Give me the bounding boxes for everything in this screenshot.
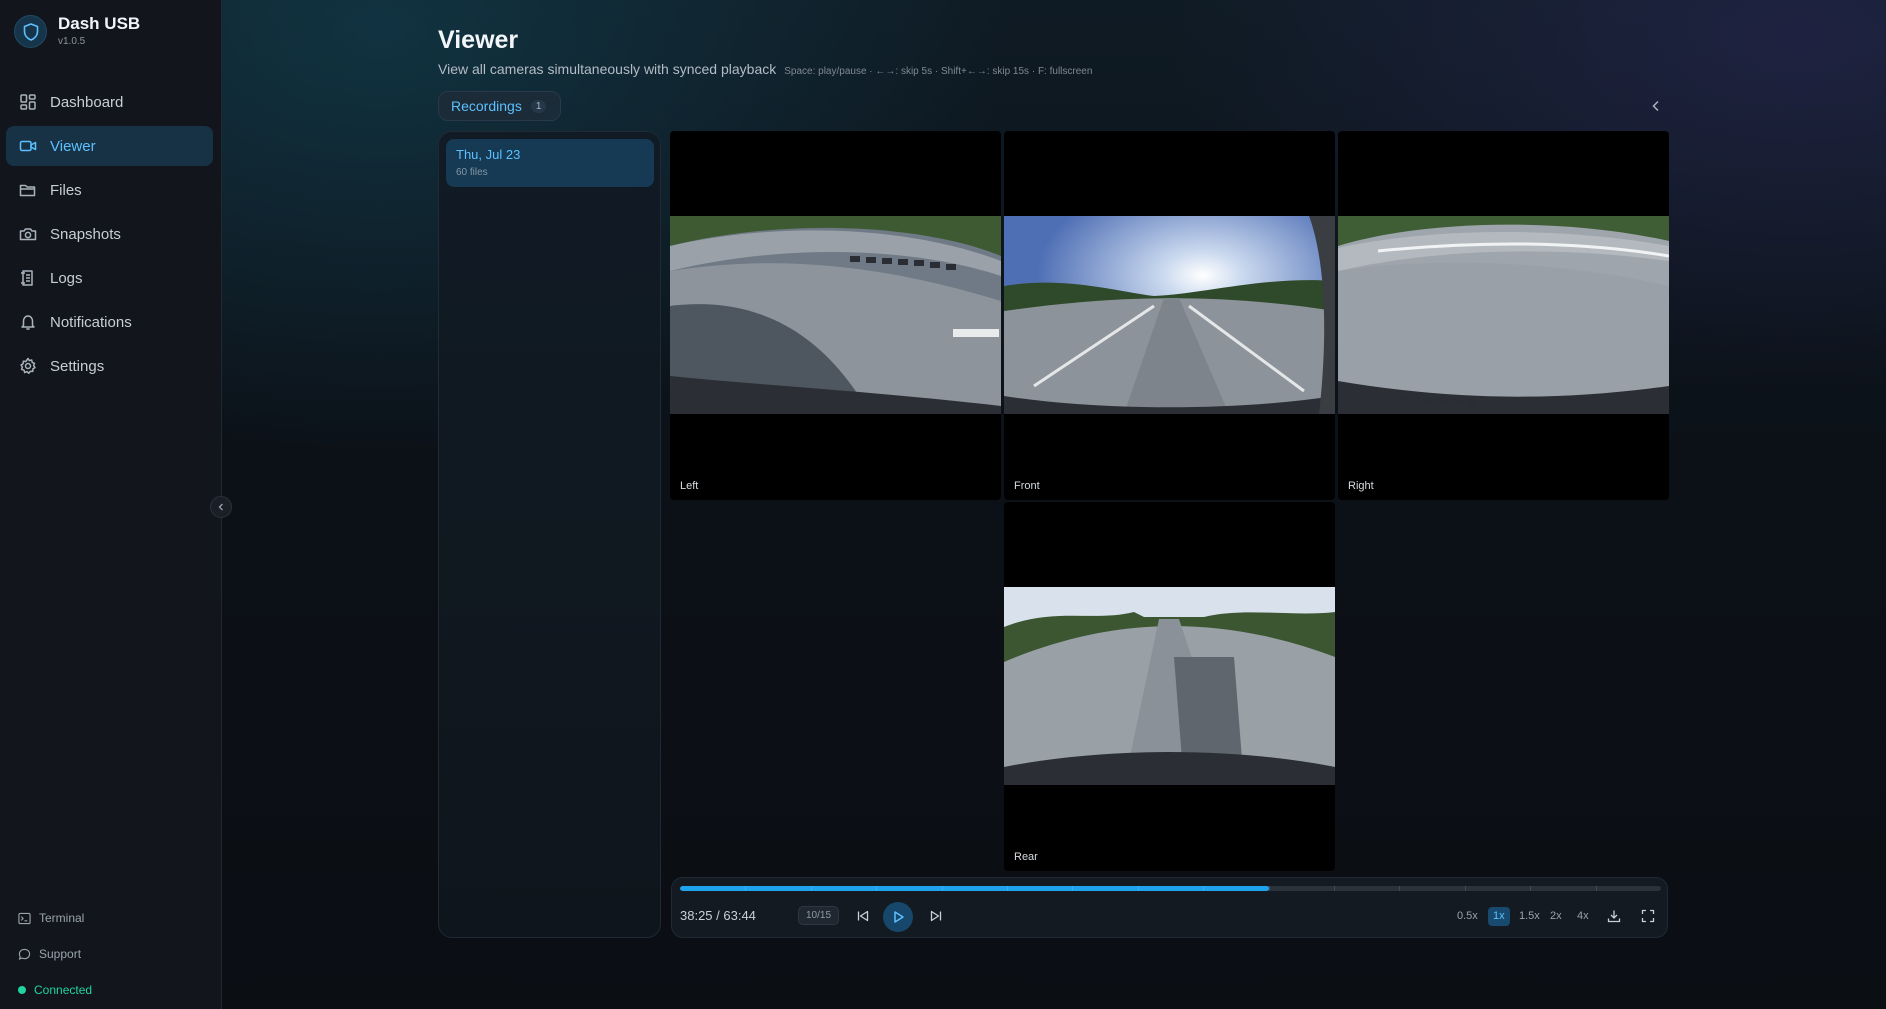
keyboard-shortcuts-hint: Space: play/pause · ←→: skip 5s · Shift+… [784, 66, 1093, 77]
connection-status-label: Connected [34, 983, 93, 997]
camera-label-rear: Rear [1014, 851, 1038, 863]
folder-icon [19, 184, 36, 197]
camera-feed-right [1338, 216, 1669, 414]
connection-status: Connected [18, 983, 208, 997]
next-clip-button[interactable] [928, 908, 944, 924]
clip-segment-tick [942, 886, 943, 891]
camera-label-right: Right [1348, 480, 1374, 492]
sidebar-item-label: Files [50, 181, 82, 199]
fullscreen-icon [1641, 909, 1655, 923]
camera-icon [19, 140, 37, 152]
recording-item[interactable]: Thu, Jul 23 60 files [446, 139, 654, 187]
page-subtitle: View all cameras simultaneously with syn… [438, 61, 1092, 77]
recording-file-count: 60 files [456, 167, 488, 178]
speed-1x[interactable]: 1x [1488, 907, 1510, 926]
shield-logo-icon [14, 15, 47, 48]
camera-label-left: Left [680, 480, 699, 492]
download-button[interactable] [1606, 908, 1622, 924]
recording-date: Thu, Jul 23 [456, 147, 521, 162]
sidebar-item-notifications[interactable]: Notifications [6, 302, 213, 342]
clip-segment-tick [1399, 886, 1400, 891]
clip-segment-tick [1138, 886, 1139, 891]
chevron-left-icon [1652, 100, 1659, 112]
download-icon [1607, 910, 1621, 923]
camera-feed-rear [1004, 587, 1335, 785]
camera-feed-left [670, 216, 1001, 414]
sidebar-item-label: Viewer [50, 137, 96, 155]
gear-icon [20, 357, 36, 375]
playback-controls: 38:25 / 63:44 10/15 0.5x 1x 1.5x 2x 4x [671, 877, 1668, 938]
support-label: Support [39, 947, 82, 961]
recordings-panel: Thu, Jul 23 60 files [438, 131, 661, 938]
chat-bubble-icon [18, 948, 31, 960]
brand: Dash USB v1.0.5 [14, 14, 140, 49]
sidebar-item-logs[interactable]: Logs [6, 258, 213, 298]
playback-time: 38:25 / 63:44 [680, 908, 756, 923]
camera-feed-front [1004, 216, 1335, 414]
sidebar-item-snapshots[interactable]: Snapshots [6, 214, 213, 254]
sidebar-item-viewer[interactable]: Viewer [6, 126, 213, 166]
clip-segment-tick [1072, 886, 1073, 891]
skip-forward-icon [930, 910, 942, 922]
clip-segment-tick [1269, 886, 1270, 891]
panel-collapse-button[interactable] [1648, 98, 1664, 114]
clip-segment-tick [1007, 886, 1008, 891]
sidebar-item-label: Snapshots [50, 225, 121, 243]
sidebar-item-files[interactable]: Files [6, 170, 213, 210]
sidebar-item-label: Settings [50, 357, 105, 375]
app-version: v1.0.5 [58, 36, 86, 47]
play-button[interactable] [883, 902, 913, 932]
camera-tile-right[interactable]: Right [1338, 131, 1669, 500]
speed-4x[interactable]: 4x [1572, 907, 1594, 926]
snapshot-camera-icon [19, 228, 37, 241]
camera-tile-left[interactable]: Left [670, 131, 1001, 500]
tab-recordings[interactable]: Recordings 1 [438, 91, 562, 121]
tab-recordings-label: Recordings [451, 98, 522, 114]
sidebar-item-label: Notifications [50, 313, 132, 331]
speed-2x[interactable]: 2x [1545, 907, 1567, 926]
clip-segment-tick [811, 886, 812, 891]
progress-fill [680, 886, 1269, 891]
clip-segment-tick [1596, 886, 1597, 891]
speed-0-5x[interactable]: 0.5x [1452, 907, 1483, 926]
camera-tile-rear[interactable]: Rear [1004, 502, 1335, 871]
dashboard-icon [20, 94, 36, 110]
clip-segment-tick [876, 886, 877, 891]
sidebar-item-dashboard[interactable]: Dashboard [6, 82, 213, 122]
sidebar-item-label: Dashboard [50, 93, 124, 111]
sidebar-item-label: Logs [50, 269, 83, 287]
sidebar-collapse-button[interactable] [210, 496, 232, 518]
sidebar-item-support[interactable]: Support [18, 947, 208, 961]
clip-index: 10/15 [798, 906, 840, 925]
clip-segment-tick [745, 886, 746, 891]
camera-label-front: Front [1014, 480, 1040, 492]
recordings-count-badge: 1 [530, 99, 547, 113]
app-name: Dash USB [58, 14, 141, 33]
sidebar: Dash USB v1.0.5 Dashboard Viewer Files S… [0, 0, 222, 1009]
previous-clip-button[interactable] [855, 908, 871, 924]
page-subtitle-text: View all cameras simultaneously with syn… [438, 61, 777, 77]
sidebar-item-terminal[interactable]: Terminal [18, 911, 208, 925]
speed-1-5x[interactable]: 1.5x [1514, 907, 1545, 926]
logs-icon [21, 270, 33, 286]
bell-icon [21, 315, 35, 330]
chevron-left-icon [218, 503, 223, 511]
terminal-label: Terminal [39, 911, 85, 925]
terminal-icon [18, 912, 31, 924]
clip-segment-tick [1465, 886, 1466, 891]
clip-segment-tick [1334, 886, 1335, 891]
page-title: Viewer [438, 26, 519, 54]
clip-segment-tick [1203, 886, 1204, 891]
status-dot [18, 986, 26, 994]
sidebar-nav: Dashboard Viewer Files Snapshots Logs No… [6, 82, 213, 390]
camera-tile-front[interactable]: Front [1004, 131, 1335, 500]
skip-back-icon [857, 910, 869, 922]
progress-bar[interactable] [680, 886, 1661, 891]
sidebar-item-settings[interactable]: Settings [6, 346, 213, 386]
clip-segment-tick [1530, 886, 1531, 891]
fullscreen-button[interactable] [1640, 908, 1656, 924]
play-icon [894, 911, 904, 923]
